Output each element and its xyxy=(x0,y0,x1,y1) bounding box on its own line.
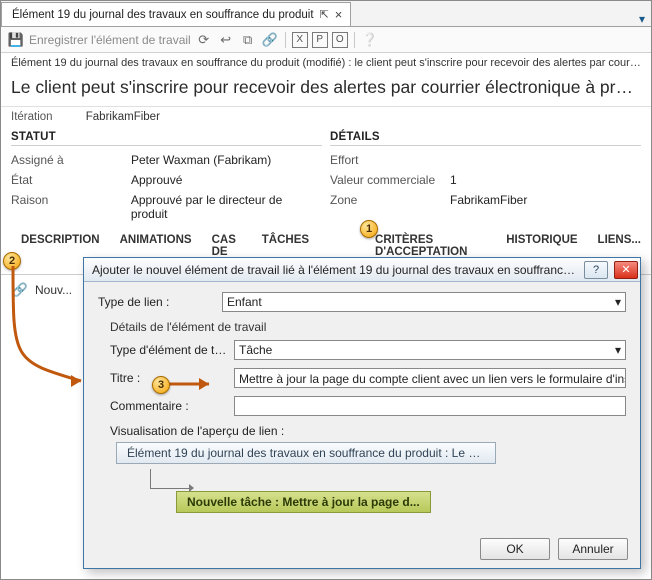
save-button[interactable]: Enregistrer l'élément de travail xyxy=(29,33,191,47)
cancel-button[interactable]: Annuler xyxy=(558,538,628,560)
close-icon[interactable]: × xyxy=(335,3,343,27)
chevron-down-icon: ▾ xyxy=(615,295,621,309)
help-icon[interactable]: ❔ xyxy=(361,31,379,49)
help-button[interactable]: ? xyxy=(584,261,608,279)
refresh-icon[interactable]: ⟳ xyxy=(195,31,213,49)
state-label: État xyxy=(11,173,131,187)
comment-label: Commentaire : xyxy=(110,399,228,413)
connector-arrow xyxy=(150,469,190,489)
status-header: STATUT xyxy=(11,131,322,146)
callout-3: 3 xyxy=(152,376,170,394)
bv-label: Valeur commerciale xyxy=(330,173,450,187)
separator xyxy=(354,32,355,48)
bv-value[interactable]: 1 xyxy=(450,173,457,187)
close-button[interactable]: ✕ xyxy=(614,261,638,279)
dialog-title: Ajouter le nouvel élément de travail lié… xyxy=(92,263,580,277)
comment-input[interactable] xyxy=(234,396,626,416)
details-header: DÉTAILS xyxy=(330,131,641,146)
viz-label: Visualisation de l'aperçu de lien : xyxy=(110,424,284,438)
new-link-icon[interactable]: 🔗 xyxy=(11,281,29,299)
area-label: Zone xyxy=(330,193,450,207)
separator xyxy=(285,32,286,48)
titre-input[interactable]: Mettre à jour la page du compte client a… xyxy=(234,368,626,388)
p-box-icon[interactable]: P xyxy=(312,32,328,48)
iteration-value[interactable]: FabrikamFiber xyxy=(86,111,160,123)
link-icon[interactable]: 🔗 xyxy=(261,31,279,49)
assigned-value[interactable]: Peter Waxman (Fabrikam) xyxy=(131,153,271,167)
o-box-icon[interactable]: O xyxy=(332,32,348,48)
elemtype-combo[interactable]: Tâche ▾ xyxy=(234,340,626,360)
chevron-down-icon: ▾ xyxy=(615,343,621,357)
pin-icon[interactable]: ⇱ xyxy=(320,3,329,27)
area-value[interactable]: FabrikamFiber xyxy=(450,193,527,207)
elemtype-value: Tâche xyxy=(239,343,272,357)
copy-icon[interactable]: ⧉ xyxy=(239,31,257,49)
callout-2: 2 xyxy=(3,252,21,270)
iteration-label: Itération xyxy=(11,111,53,123)
reason-label: Raison xyxy=(11,193,131,221)
reason-value[interactable]: Approuvé par le directeur de produit xyxy=(131,193,322,221)
add-link-dialog: Ajouter le nouvel élément de travail lié… xyxy=(83,257,641,569)
parent-chip[interactable]: Élément 19 du journal des travaux en sou… xyxy=(116,442,496,464)
document-tab[interactable]: Élément 19 du journal des travaux en sou… xyxy=(1,2,351,26)
breadcrumb: Élément 19 du journal des travaux en sou… xyxy=(1,53,651,71)
assigned-label: Assigné à xyxy=(11,153,131,167)
callout-1: 1 xyxy=(360,220,378,238)
back-icon[interactable]: ↩ xyxy=(217,31,235,49)
x-box-icon[interactable]: X xyxy=(292,32,308,48)
effort-label: Effort xyxy=(330,153,450,167)
linktype-value: Enfant xyxy=(227,295,262,309)
state-value[interactable]: Approuvé xyxy=(131,173,182,187)
page-title: Le client peut s'inscrire pour recevoir … xyxy=(1,71,651,107)
elemtype-label: Type d'élément de tra... xyxy=(110,343,228,357)
save-icon[interactable]: 💾 xyxy=(7,31,25,49)
linktype-combo[interactable]: Enfant ▾ xyxy=(222,292,626,312)
section-details: Détails de l'élément de travail xyxy=(110,320,626,334)
iteration-row: Itération FabrikamFiber xyxy=(1,107,651,129)
ok-button[interactable]: OK xyxy=(480,538,550,560)
tab-title: Élément 19 du journal des travaux en sou… xyxy=(12,3,314,27)
toolbar: 💾 Enregistrer l'élément de travail ⟳ ↩ ⧉… xyxy=(1,27,651,53)
new-linked-item-button[interactable]: Nouv... xyxy=(35,283,72,297)
tabbar-overflow-icon[interactable]: ▾ xyxy=(633,12,651,26)
linktype-label: Type de lien : xyxy=(98,295,216,309)
child-chip[interactable]: Nouvelle tâche : Mettre à jour la page d… xyxy=(176,491,431,513)
